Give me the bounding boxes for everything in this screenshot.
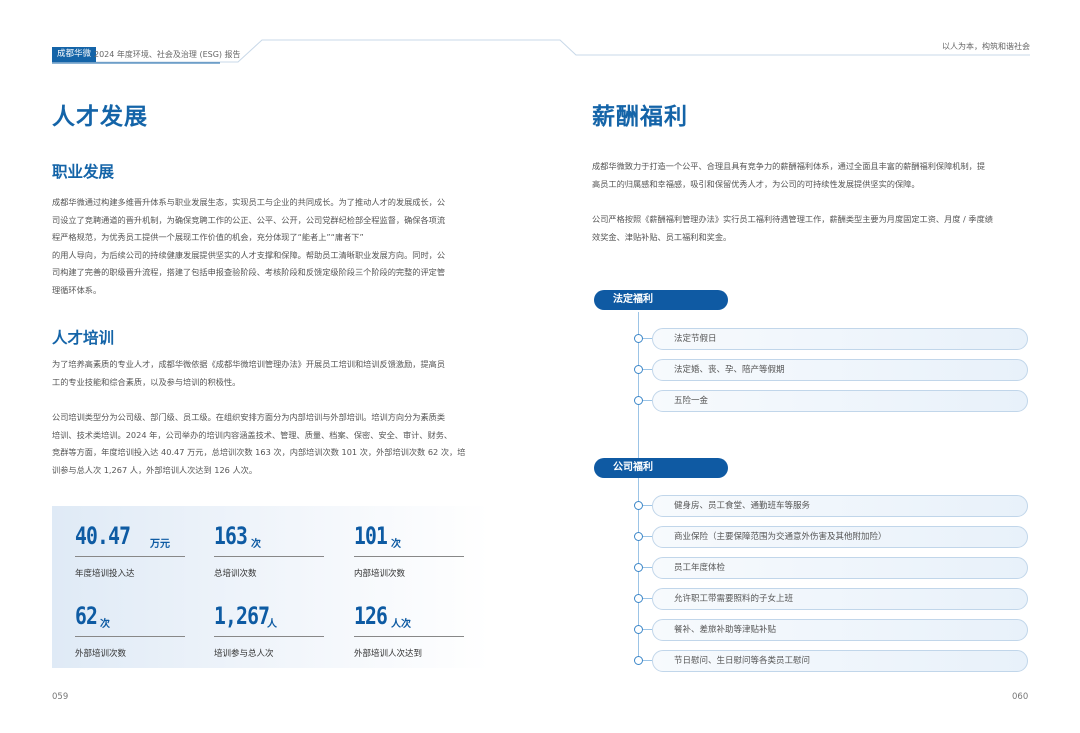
stat-unit: 次: [100, 619, 110, 630]
stat-external-sessions: 62 次 外部培训次数: [75, 601, 185, 659]
timeline-connector: [643, 400, 652, 401]
stat-label: 培训参与总人次: [214, 649, 274, 659]
header-decoration: [52, 39, 1030, 64]
timeline-dot: [634, 501, 643, 510]
text-line: 效奖金、津贴补贴、员工福利和奖金。: [592, 231, 732, 242]
header-badge: 成都华微: [52, 47, 97, 62]
stat-unit: 次: [251, 539, 261, 550]
training-paragraph-1: 为了培养高素质的专业人才，成都华微依据《成都华微培训管理办法》开展员工培训和培训…: [52, 356, 492, 391]
timeline-connector: [643, 505, 652, 506]
timeline-connector: [643, 369, 652, 370]
text-line: 公司培训类型分为公司级、部门级、员工级。在组织安排方面分为内部培训与外部培训。培…: [52, 412, 446, 422]
timeline-connector: [643, 629, 652, 630]
timeline-dot: [634, 625, 643, 634]
welfare-item: 法定婚、丧、孕、陪产等假期: [652, 359, 1028, 381]
stat-label: 内部培训次数: [354, 569, 406, 579]
stat-divider: [354, 556, 464, 557]
text-line: 司设立了竞聘通道的晋升机制，为确保竞聘工作的公正、公平、公开，公司党群纪检部全程…: [52, 214, 446, 225]
welfare-item: 五险一金: [652, 390, 1028, 412]
stat-divider: [354, 636, 464, 637]
stat-external-participants: 126 人次 外部培训人次达到: [354, 601, 464, 659]
timeline-connector: [643, 338, 652, 339]
welfare-item: 节日慰问、生日慰问等各类员工慰问: [652, 650, 1028, 672]
training-paragraph-2: 公司培训类型分为公司级、部门级、员工级。在组织安排方面分为内部培训与外部培训。培…: [52, 409, 492, 479]
timeline-connector: [643, 598, 652, 599]
timeline-dot: [634, 563, 643, 572]
stat-unit: 人: [267, 619, 277, 630]
compensation-paragraph-2: 公司严格按照《薪酬福利管理办法》实行员工福利待遇管理工作，薪酬类型主要为月度固定…: [592, 211, 1032, 246]
stat-divider: [214, 636, 324, 637]
stat-internal-sessions: 101 次 内部培训次数: [354, 521, 464, 579]
stat-divider: [75, 636, 185, 637]
category-company-welfare: 公司福利: [594, 458, 728, 478]
text-line: 成都华微致力于打造一个公平、合理且具有竞争力的薪酬福利体系，通过全面且丰富的薪酬…: [592, 161, 986, 171]
page-title-compensation: 薪酬福利: [592, 104, 688, 130]
category-statutory-welfare: 法定福利: [594, 290, 728, 310]
page-number-right: 060: [1012, 692, 1029, 702]
welfare-item: 员工年度体检: [652, 557, 1028, 579]
compensation-paragraph-1: 成都华微致力于打造一个公平、合理且具有竞争力的薪酬福利体系，通过全面且丰富的薪酬…: [592, 158, 1032, 193]
stat-value: 1,267: [214, 602, 270, 630]
text-line: 司构建了完善的职级晋升流程，搭建了包括申报查验阶段、考核阶段和反馈定级阶段三个阶…: [52, 267, 446, 278]
training-stats-panel: 40.47 万元 年度培训投入达 163 次 总培训次数 101 次 内部培训次…: [52, 506, 490, 668]
timeline-dot: [634, 396, 643, 405]
text-line: 高员工的归属感和幸福感，吸引和保留优秀人才，为公司的可持续性发展提供坚实的保障。: [592, 178, 920, 189]
header-section-title: 以人为本，构筑和谐社会: [942, 42, 1030, 51]
text-line: 成都华微通过构建多维晋升体系与职业发展生态，实现员工与企业的共同成长。为了推动人…: [52, 197, 446, 207]
text-line: 工的专业技能和综合素质，以及参与培训的积极性。: [52, 376, 241, 387]
timeline-dot: [634, 594, 643, 603]
text-line: 训参与总人次 1,267 人，外部培训人次达到 126 人次。: [52, 464, 258, 475]
stat-label: 外部培训人次达到: [354, 649, 423, 659]
timeline-dot: [634, 334, 643, 343]
welfare-item: 商业保险（主要保障范围为交通意外伤害及其他附加险）: [652, 526, 1028, 548]
stat-value: 40.47: [75, 522, 131, 550]
page-number-left: 059: [52, 692, 69, 702]
stat-participants: 1,267 人 培训参与总人次: [214, 601, 324, 659]
text-line: 程严格规范，为优秀员工提供一个展现工作价值的机会，充分体现了“能者上”“庸者下”: [52, 232, 364, 243]
timeline-connector: [643, 567, 652, 568]
timeline-connector: [643, 536, 652, 537]
stat-annual-investment: 40.47 万元 年度培训投入达: [75, 521, 185, 579]
heading-training: 人才培训: [52, 329, 115, 347]
stat-value: 163: [214, 522, 248, 550]
stat-total-sessions: 163 次 总培训次数: [214, 521, 324, 579]
stat-unit: 次: [391, 539, 401, 550]
welfare-item: 健身房、员工食堂、通勤班车等服务: [652, 495, 1028, 517]
stat-divider: [75, 556, 185, 557]
heading-career: 职业发展: [52, 163, 115, 181]
stat-value: 62: [75, 602, 98, 630]
stat-value: 101: [354, 522, 388, 550]
timeline-dot: [634, 656, 643, 665]
timeline-dot: [634, 532, 643, 541]
welfare-item: 法定节假日: [652, 328, 1028, 350]
text-line: 公司严格按照《薪酬福利管理办法》实行员工福利待遇管理工作，薪酬类型主要为月度固定…: [592, 214, 993, 224]
welfare-item: 允许职工带需要照料的子女上班: [652, 588, 1028, 610]
text-line: 竞群等方面，年度培训投入达 40.47 万元，总培训次数 163 次，内部培训次…: [52, 447, 466, 458]
text-line: 为了培养高素质的专业人才，成都华微依据《成都华微培训管理办法》开展员工培训和培训…: [52, 359, 446, 369]
timeline-connector: [643, 660, 652, 661]
stat-value: 126: [354, 602, 388, 630]
header-report-title: 2024 年度环境、社会及治理 (ESG) 报告: [94, 50, 241, 59]
page-title-talent: 人才发展: [52, 104, 148, 130]
text-line: 的用人导向，为后续公司的持续健康发展提供坚实的人才支撑和保障。帮助员工清晰职业发…: [52, 249, 446, 260]
career-paragraph: 成都华微通过构建多维晋升体系与职业发展生态，实现员工与企业的共同成长。为了推动人…: [52, 194, 492, 300]
stat-label: 总培训次数: [214, 569, 257, 579]
stat-unit: 人次: [391, 619, 411, 630]
welfare-item: 餐补、差旅补助等津贴补贴: [652, 619, 1028, 641]
stat-label: 年度培训投入达: [75, 569, 135, 579]
stat-divider: [214, 556, 324, 557]
stat-label: 外部培训次数: [75, 649, 127, 659]
text-line: 理循环体系。: [52, 284, 102, 295]
stat-unit: 万元: [150, 539, 170, 550]
timeline-dot: [634, 365, 643, 374]
text-line: 培训、技术类培训。2024 年，公司举办的培训内容涵盖技术、管理、质量、档案、保…: [52, 429, 453, 440]
